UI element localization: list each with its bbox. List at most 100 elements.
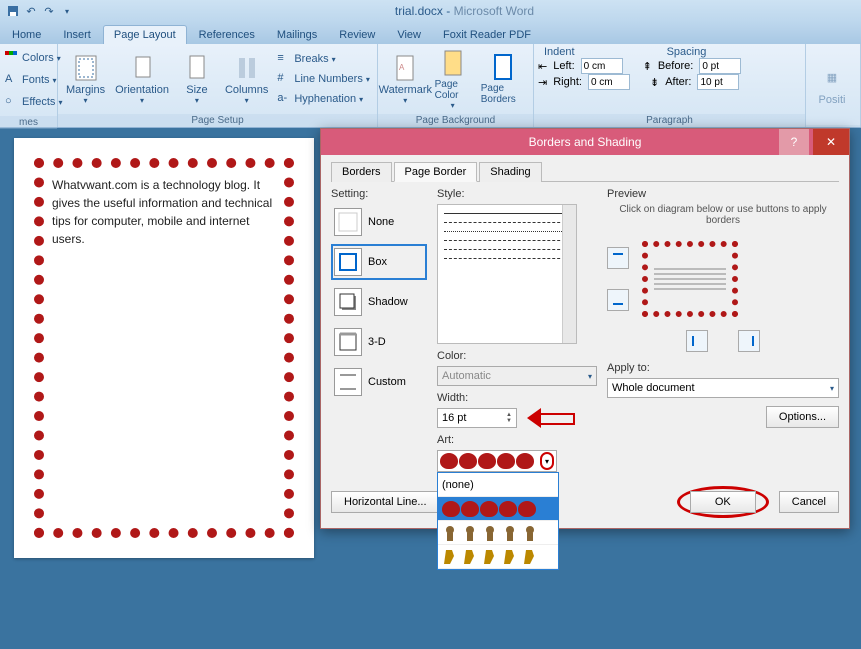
document-page[interactable]: Whatvwant.com is a technology blog. It g… [14,138,314,558]
preview-diagram [607,234,839,324]
page-body-text[interactable]: Whatvwant.com is a technology blog. It g… [52,176,276,248]
position-icon: ▦ [818,64,846,92]
watermark-button[interactable]: AWatermark▾ [382,52,429,107]
tab-review[interactable]: Review [329,26,385,44]
breaks-button[interactable]: ≡Breaks▾ [274,49,373,69]
ok-button[interactable]: OK [690,491,756,513]
art-option-figures2[interactable] [438,545,558,569]
dialog-titlebar[interactable]: Borders and Shading ? ✕ [321,129,849,155]
color-dropdown[interactable]: Automatic▾ [437,366,597,386]
orientation-icon [128,54,156,82]
page-art-border: Whatvwant.com is a technology blog. It g… [34,158,294,538]
art-option-none[interactable]: (none) [438,473,558,497]
themes-effects[interactable]: ○Effects▾ [2,92,65,112]
indent-right-input[interactable]: 0 cm [588,74,630,90]
ribbon-tabs: Home Insert Page Layout References Maili… [0,22,861,44]
themes-colors[interactable]: Colors▾ [2,48,64,68]
setting-3d[interactable]: 3-D [331,324,427,360]
page-color-icon [439,49,467,77]
preview-bottom-button[interactable] [607,289,629,311]
setting-none[interactable]: None [331,204,427,240]
setting-box[interactable]: Box [331,244,427,280]
qat-dropdown-icon[interactable]: ▾ [60,4,74,18]
hyphenation-icon: a- [277,92,291,106]
setting-column: Setting: None Box Shadow [331,188,427,472]
art-option-apples[interactable] [438,497,558,521]
breaks-icon: ≡ [277,52,291,66]
spacing-label: Spacing [667,46,707,58]
tab-page-layout[interactable]: Page Layout [103,25,187,44]
setting-custom[interactable]: Custom [331,364,427,400]
tab-references[interactable]: References [189,26,265,44]
setting-none-icon [334,208,362,236]
preview-page[interactable] [635,234,745,324]
apply-to-label: Apply to: [607,362,839,374]
dialog-close-button[interactable]: ✕ [813,129,849,155]
save-icon[interactable] [6,4,20,18]
indent-right-label: Right: [553,76,582,88]
orientation-button[interactable]: Orientation▾ [111,52,173,107]
horizontal-line-button[interactable]: Horizontal Line... [331,491,440,513]
spacing-before-icon: ⇞ [643,60,652,73]
tab-insert[interactable]: Insert [53,26,101,44]
dialog-help-button[interactable]: ? [779,129,809,155]
page-borders-button[interactable]: Page Borders [477,51,529,107]
indent-left-input[interactable]: 0 cm [581,58,623,74]
setting-shadow[interactable]: Shadow [331,284,427,320]
dlg-tab-page-border[interactable]: Page Border [394,162,478,182]
preview-right-button[interactable] [738,330,760,352]
group-paragraph-label: Paragraph [534,114,805,127]
indent-label: Indent [544,46,575,58]
columns-button[interactable]: Columns▾ [221,52,272,107]
tab-home[interactable]: Home [2,26,51,44]
width-spinner[interactable]: 16 pt ▲▼ [437,408,517,428]
preview-column: Preview Click on diagram below or use bu… [607,188,839,472]
group-themes: Colors▾ AFonts▾ ○Effects▾ mes [0,44,58,127]
hyphenation-button[interactable]: a-Hyphenation▾ [274,89,373,109]
size-button[interactable]: Size▾ [175,52,219,107]
page-color-button[interactable]: Page Color▾ [431,47,475,112]
spacing-after-input[interactable]: 10 pt [697,74,739,90]
themes-fonts[interactable]: AFonts▾ [2,70,60,90]
setting-custom-icon [334,368,362,396]
art-options-list: (none) [437,472,559,570]
document-area: Whatvwant.com is a technology blog. It g… [0,128,861,649]
preview-hint: Click on diagram below or use buttons to… [607,204,839,226]
colors-icon [5,51,19,65]
line-numbers-button[interactable]: #Line Numbers▾ [274,69,373,89]
chevron-down-icon: ▾ [830,384,834,393]
dialog-title-text: Borders and Shading [529,135,642,149]
cancel-button[interactable]: Cancel [779,491,839,513]
tab-mailings[interactable]: Mailings [267,26,327,44]
preview-left-button[interactable] [686,330,708,352]
group-page-background: AWatermark▾ Page Color▾ Page Borders Pag… [378,44,534,127]
redo-icon[interactable]: ↷ [42,4,56,18]
width-label: Width: [437,392,597,404]
spacing-before-input[interactable]: 0 pt [699,58,741,74]
dlg-tab-borders[interactable]: Borders [331,162,392,182]
undo-icon[interactable]: ↶ [24,4,38,18]
watermark-icon: A [391,54,419,82]
spinner-buttons[interactable]: ▲▼ [506,412,512,424]
scrollbar[interactable] [562,205,576,343]
art-option-figures1[interactable] [438,521,558,545]
art-chevron-down-icon[interactable]: ▾ [540,452,554,470]
line-numbers-icon: # [277,72,291,86]
group-paragraph: Indent Spacing ⇤ Left: 0 cm ⇞ Before: 0 … [534,44,806,127]
tab-view[interactable]: View [387,26,431,44]
margins-icon [72,54,100,82]
page-borders-icon [489,53,517,81]
setting-box-icon [334,248,362,276]
position-button[interactable]: ▦Positi [810,62,854,108]
tab-foxit[interactable]: Foxit Reader PDF [433,26,541,44]
group-page-setup-label: Page Setup [58,114,377,127]
dlg-tab-shading[interactable]: Shading [479,162,541,182]
spacing-after-icon: ⇟ [650,76,659,89]
options-button[interactable]: Options... [766,406,839,428]
apply-to-dropdown[interactable]: Whole document▾ [607,378,839,398]
art-dropdown[interactable]: ▾ (none) [437,450,557,472]
preview-top-button[interactable] [607,247,629,269]
indent-left-label: Left: [553,60,574,72]
margins-button[interactable]: Margins▾ [62,52,109,107]
style-listbox[interactable] [437,204,577,344]
